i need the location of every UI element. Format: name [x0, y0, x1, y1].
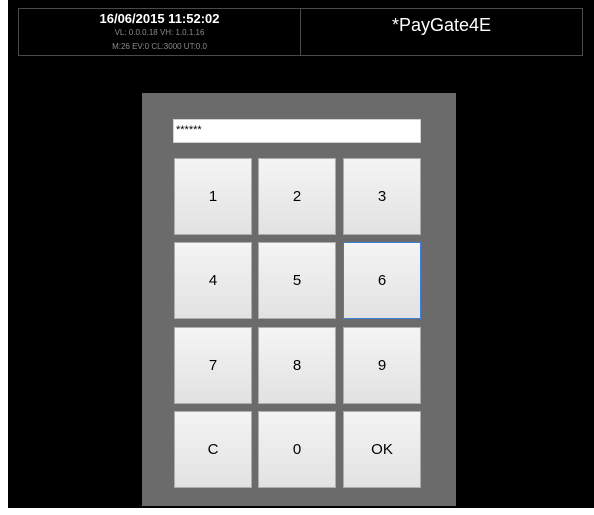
key-3[interactable]: 3 — [343, 158, 421, 235]
status-datetime: 16/06/2015 11:52:02 — [99, 11, 220, 26]
ok-button[interactable]: OK — [343, 411, 421, 488]
key-2[interactable]: 2 — [258, 158, 336, 235]
title-panel: *PayGate4E — [300, 8, 583, 56]
key-1[interactable]: 1 — [174, 158, 252, 235]
key-0[interactable]: 0 — [258, 411, 336, 488]
status-panel: 16/06/2015 11:52:02 VL: 0.0.0.18 VH: 1.0… — [18, 8, 301, 56]
key-4[interactable]: 4 — [174, 242, 252, 319]
key-7[interactable]: 7 — [174, 327, 252, 404]
clear-button[interactable]: C — [174, 411, 252, 488]
key-6[interactable]: 6 — [343, 242, 421, 319]
status-version-line: VL: 0.0.0.18 VH: 1.0.1.16 — [114, 28, 205, 37]
pin-input-field[interactable]: ****** — [173, 119, 421, 143]
key-9[interactable]: 9 — [343, 327, 421, 404]
key-5[interactable]: 5 — [258, 242, 336, 319]
status-metrics-line: M:26 EV:0 CL:3000 UT:0.0 — [112, 42, 207, 51]
app-title: *PayGate4E — [391, 15, 492, 35]
key-8[interactable]: 8 — [258, 327, 336, 404]
